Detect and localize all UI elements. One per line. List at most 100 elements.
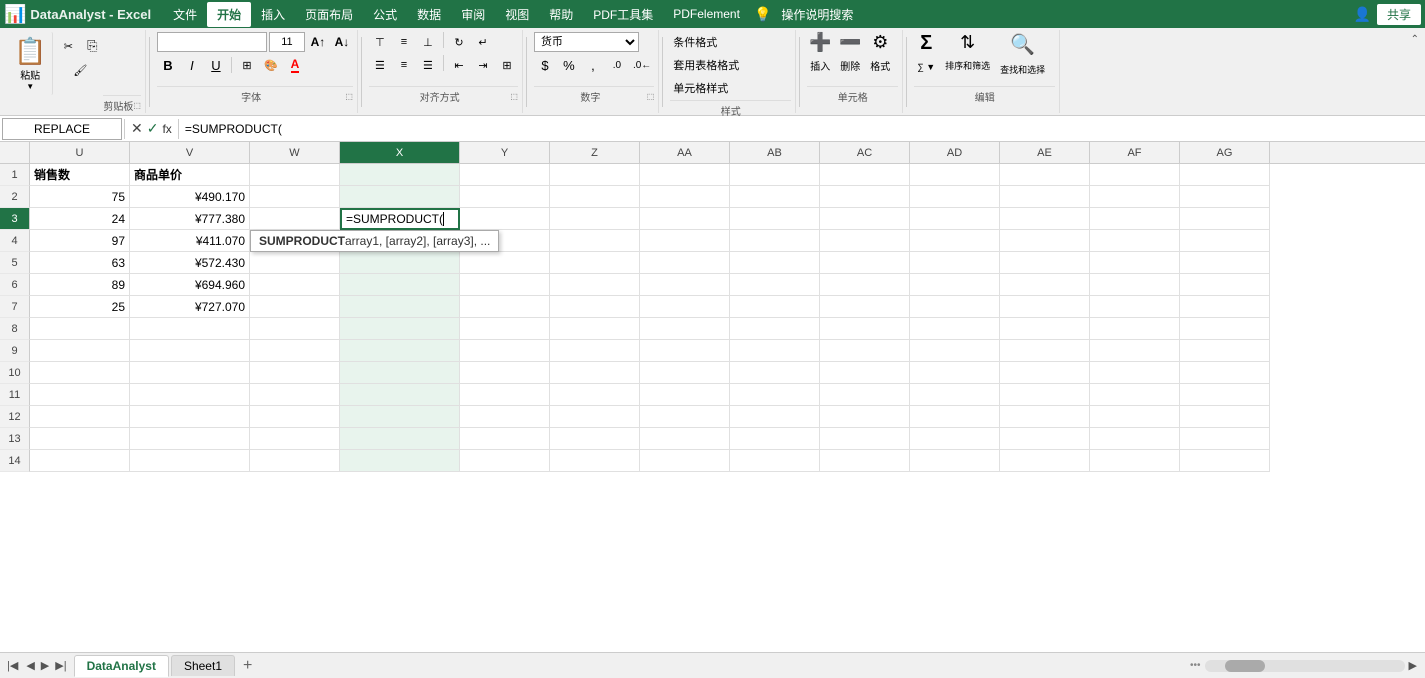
cell-AD7[interactable]	[910, 296, 1000, 318]
cell-AF14[interactable]	[1090, 450, 1180, 472]
formula-input[interactable]: =SUMPRODUCT(	[181, 122, 1423, 136]
align-middle-button[interactable]: ≡	[393, 32, 415, 52]
cell-AD5[interactable]	[910, 252, 1000, 274]
cell-AC13[interactable]	[820, 428, 910, 450]
menu-pdf-tools[interactable]: PDF工具集	[583, 2, 663, 27]
cell-Y10[interactable]	[460, 362, 550, 384]
cell-U11[interactable]	[30, 384, 130, 406]
align-bottom-button[interactable]: ⊥	[417, 32, 439, 52]
cell-AE12[interactable]	[1000, 406, 1090, 428]
cell-V1[interactable]: 商品单价	[130, 164, 250, 186]
cell-AC6[interactable]	[820, 274, 910, 296]
cell-Z14[interactable]	[550, 450, 640, 472]
cell-W3[interactable]	[250, 208, 340, 230]
sheet-tab-dataanalyst[interactable]: DataAnalyst	[74, 655, 169, 677]
cell-V2[interactable]: ¥490.170	[130, 186, 250, 208]
cell-AA1[interactable]	[640, 164, 730, 186]
cell-Z7[interactable]	[550, 296, 640, 318]
cell-X7[interactable]	[340, 296, 460, 318]
cell-Z8[interactable]	[550, 318, 640, 340]
menu-help[interactable]: 帮助	[539, 2, 583, 27]
cell-AC3[interactable]	[820, 208, 910, 230]
cell-AF8[interactable]	[1090, 318, 1180, 340]
cell-AF7[interactable]	[1090, 296, 1180, 318]
cell-AB6[interactable]	[730, 274, 820, 296]
cell-AE11[interactable]	[1000, 384, 1090, 406]
cell-AA14[interactable]	[640, 450, 730, 472]
cell-V9[interactable]	[130, 340, 250, 362]
cell-AD4[interactable]	[910, 230, 1000, 252]
cell-V3[interactable]: ¥777.380	[130, 208, 250, 230]
sum-button[interactable]: ∑ ▼	[914, 57, 938, 77]
bold-button[interactable]: B	[157, 55, 179, 75]
cell-W12[interactable]	[250, 406, 340, 428]
cancel-formula-button[interactable]: ✕	[131, 120, 143, 137]
cell-X12[interactable]	[340, 406, 460, 428]
cell-W2[interactable]	[250, 186, 340, 208]
cell-AF2[interactable]	[1090, 186, 1180, 208]
cell-Z5[interactable]	[550, 252, 640, 274]
cell-Y9[interactable]	[460, 340, 550, 362]
cell-AG12[interactable]	[1180, 406, 1270, 428]
cell-Z3[interactable]	[550, 208, 640, 230]
cell-W5[interactable]	[250, 252, 340, 274]
menu-page-layout[interactable]: 页面布局	[295, 2, 363, 27]
cell-AB4[interactable]	[730, 230, 820, 252]
cell-U5[interactable]: 63	[30, 252, 130, 274]
cell-AD12[interactable]	[910, 406, 1000, 428]
cell-AF6[interactable]	[1090, 274, 1180, 296]
cell-AA4[interactable]	[640, 230, 730, 252]
cell-AE4[interactable]	[1000, 230, 1090, 252]
cell-AB14[interactable]	[730, 450, 820, 472]
cell-AC4[interactable]	[820, 230, 910, 252]
col-header-Y[interactable]: Y	[460, 142, 550, 163]
cell-V7[interactable]: ¥727.070	[130, 296, 250, 318]
orientation-button[interactable]: ↻	[448, 32, 470, 52]
wrap-text-button[interactable]: ↵	[472, 32, 494, 52]
cell-Y1[interactable]	[460, 164, 550, 186]
menu-pdfelement[interactable]: PDFelement	[663, 3, 750, 25]
cell-V4[interactable]: ¥411.070	[130, 230, 250, 252]
cell-AD8[interactable]	[910, 318, 1000, 340]
align-top-button[interactable]: ⊤	[369, 32, 391, 52]
cell-AG1[interactable]	[1180, 164, 1270, 186]
col-header-AF[interactable]: AF	[1090, 142, 1180, 163]
font-name-input[interactable]	[157, 32, 267, 52]
col-header-X[interactable]: X	[340, 142, 460, 163]
cell-U13[interactable]	[30, 428, 130, 450]
menu-data[interactable]: 数据	[407, 2, 451, 27]
cell-Y3[interactable]	[460, 208, 550, 230]
cell-Y7[interactable]	[460, 296, 550, 318]
cell-AA6[interactable]	[640, 274, 730, 296]
menu-search[interactable]: 操作说明搜索	[771, 2, 863, 27]
cell-AB13[interactable]	[730, 428, 820, 450]
cell-X5[interactable]	[340, 252, 460, 274]
cell-V13[interactable]	[130, 428, 250, 450]
cell-AB5[interactable]	[730, 252, 820, 274]
col-header-AD[interactable]: AD	[910, 142, 1000, 163]
cell-Y8[interactable]	[460, 318, 550, 340]
cell-Y11[interactable]	[460, 384, 550, 406]
cell-AB1[interactable]	[730, 164, 820, 186]
cell-AC11[interactable]	[820, 384, 910, 406]
cell-Y13[interactable]	[460, 428, 550, 450]
sheet-nav-last[interactable]: ▶|	[52, 659, 69, 672]
indent-increase-button[interactable]: ⇥	[472, 55, 494, 75]
cell-AG6[interactable]	[1180, 274, 1270, 296]
format-painter-button[interactable]: 🖌	[57, 60, 103, 80]
cell-Z13[interactable]	[550, 428, 640, 450]
paste-button[interactable]: 📋 粘贴 ▼	[8, 32, 53, 95]
sheet-nav-first[interactable]: |◀	[4, 659, 21, 672]
cell-AA13[interactable]	[640, 428, 730, 450]
cell-AC1[interactable]	[820, 164, 910, 186]
col-header-AE[interactable]: AE	[1000, 142, 1090, 163]
cell-Z2[interactable]	[550, 186, 640, 208]
cell-AE2[interactable]	[1000, 186, 1090, 208]
cell-AG7[interactable]	[1180, 296, 1270, 318]
cell-AF5[interactable]	[1090, 252, 1180, 274]
cell-AC8[interactable]	[820, 318, 910, 340]
cell-AB10[interactable]	[730, 362, 820, 384]
cell-AD10[interactable]	[910, 362, 1000, 384]
cell-V14[interactable]	[130, 450, 250, 472]
cell-AA8[interactable]	[640, 318, 730, 340]
